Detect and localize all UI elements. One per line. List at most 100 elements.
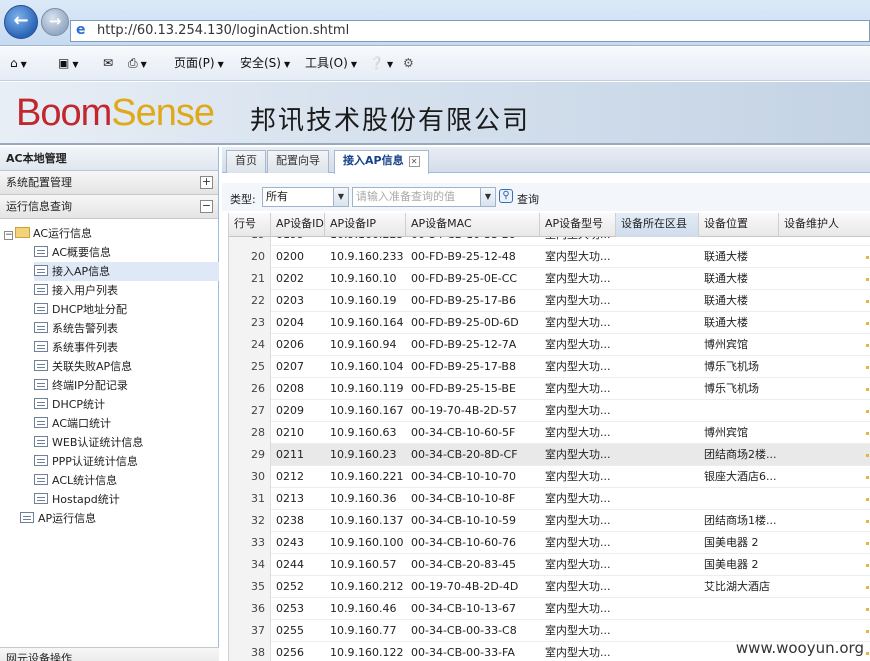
grid-header: 行号 AP设备ID AP设备IP AP设备MAC AP设备型号 设备所在区县 设备位置 设备维… — [229, 213, 870, 237]
table-row[interactable]: 29 0211 10.9.160.23 00-34-CB-20-8D-CF 室内型大功.… — [229, 444, 870, 466]
column-header[interactable]: AP设备型号 — [540, 213, 616, 237]
forward-button[interactable]: → — [41, 8, 69, 36]
table-row[interactable]: 20 0200 10.9.160.233 00-FD-B9-25-12-48 室内型大功… — [229, 246, 870, 268]
table-row[interactable]: 23 0204 10.9.160.164 00-FD-B9-25-0D-6D 室内型大功… — [229, 312, 870, 334]
column-header[interactable]: AP设备MAC — [406, 213, 540, 237]
table-row[interactable]: 27 0209 10.9.160.167 00-19-70-4B-2D-57 室内型大功… — [229, 400, 870, 422]
column-header[interactable]: AP设备IP — [325, 213, 406, 237]
help-icon[interactable]: ❔ ▼ — [369, 47, 393, 81]
table-cell: 00-34-CB-10-10-59 — [411, 514, 517, 527]
table-cell: 0210 — [276, 426, 304, 439]
tree-node-ap-run-info[interactable]: AP运行信息 — [20, 509, 96, 528]
rss-icon[interactable]: ▣ ▼ — [58, 47, 79, 81]
table-row[interactable]: 24 0206 10.9.160.94 00-FD-B9-25-12-7A 室内型大功.… — [229, 334, 870, 356]
table-cell: 联通大楼 — [704, 294, 748, 307]
table-row[interactable]: 22 0203 10.9.160.19 00-FD-B9-25-17-B6 室内型大功.… — [229, 290, 870, 312]
tree-item[interactable]: AC概要信息 — [34, 243, 219, 262]
mail-icon[interactable]: ✉ — [103, 47, 113, 81]
tree-item[interactable]: AC端口统计 — [34, 414, 219, 433]
tree-item[interactable]: PPP认证统计信息 — [34, 452, 219, 471]
table-cell: 26 — [229, 378, 271, 400]
tree-item[interactable]: DHCP地址分配 — [34, 300, 219, 319]
table-cell: 室内型大功... — [545, 448, 611, 461]
column-header[interactable]: 设备维护人 — [779, 213, 870, 237]
tab-ap-info[interactable]: 接入AP信息 ✕ — [334, 150, 429, 174]
tree-item[interactable]: DHCP统计 — [34, 395, 219, 414]
print-icon[interactable]: ⎙ ▼ — [128, 47, 147, 81]
table-cell: 室内型大功... — [545, 470, 611, 483]
tree-item[interactable]: 系统告警列表 — [34, 319, 219, 338]
home-icon[interactable]: ⌂ ▼ — [10, 47, 27, 81]
accordion-ne-device-ops[interactable]: 网元设备操作 — [0, 647, 219, 661]
table-row[interactable]: 26 0208 10.9.160.119 00-FD-B9-25-15-BE 室内型大功… — [229, 378, 870, 400]
boomsense-logo: BoomSense — [16, 92, 215, 135]
table-cell: 0209 — [276, 404, 304, 417]
search-icon[interactable]: ⚲ — [499, 189, 513, 203]
tree-item[interactable]: 接入AP信息 — [34, 262, 219, 281]
tree-item-label: WEB认证统计信息 — [52, 436, 144, 449]
column-header[interactable]: 设备所在区县 — [616, 213, 699, 237]
table-cell: 室内型大功... — [545, 360, 611, 373]
table-row[interactable]: 28 0210 10.9.160.63 00-34-CB-10-60-5F 室内型大功.… — [229, 422, 870, 444]
table-row[interactable]: 31 0213 10.9.160.36 00-34-CB-10-10-8F 室内型大功.… — [229, 488, 870, 510]
table-row[interactable]: 21 0202 10.9.160.10 00-FD-B9-25-0E-CC 室内型大功.… — [229, 268, 870, 290]
tree-node-label: AC运行信息 — [33, 227, 93, 240]
table-cell: 00-34-CB-20-8D-CF — [411, 448, 518, 461]
tree-item[interactable]: 系统事件列表 — [34, 338, 219, 357]
table-row[interactable]: 36 0253 10.9.160.46 00-34-CB-10-13-67 室内型大功.… — [229, 598, 870, 620]
table-cell: 室内型大功... — [545, 294, 611, 307]
table-cell: 0207 — [276, 360, 304, 373]
accordion-run-info[interactable]: 运行信息查询 − — [0, 195, 218, 219]
safety-menu[interactable]: 安全(S) ▼ — [240, 47, 290, 81]
gear-icon[interactable]: ⚙ — [403, 47, 414, 81]
collapse-icon[interactable]: − — [200, 200, 213, 213]
browser-address-bar: ← → e http://60.13.254.130/loginAction.s… — [0, 0, 870, 46]
table-row[interactable]: 25 0207 10.9.160.104 00-FD-B9-25-17-B8 室内型大功… — [229, 356, 870, 378]
table-cell: 25 — [229, 356, 271, 378]
back-button[interactable]: ← — [4, 5, 38, 39]
table-row[interactable]: 19019910.9.160.22500-34-CB-10-33-B9室内型大功… — [229, 237, 870, 246]
chevron-down-icon[interactable]: ▼ — [480, 188, 495, 206]
table-row[interactable]: 30 0212 10.9.160.221 00-34-CB-10-10-70 室内型大功… — [229, 466, 870, 488]
table-row[interactable]: 33 0243 10.9.160.100 00-34-CB-10-60-76 室内型大功… — [229, 532, 870, 554]
tab-wizard[interactable]: 配置向导 — [267, 150, 329, 173]
tree-node-ac-run-info[interactable]: − AC运行信息 — [4, 224, 92, 243]
status-dot — [866, 630, 869, 633]
app-banner: BoomSense 邦讯技术股份有限公司 — [0, 82, 870, 145]
table-cell: 00-34-CB-20-83-45 — [411, 558, 517, 571]
chevron-down-icon[interactable]: ▼ — [333, 188, 348, 206]
tab-home[interactable]: 首页 — [226, 150, 266, 173]
table-cell: 室内型大功... — [545, 646, 611, 659]
tree-item[interactable]: 关联失败AP信息 — [34, 357, 219, 376]
table-cell: 10.9.160.164 — [330, 316, 404, 329]
table-row[interactable]: 35 0252 10.9.160.212 00-19-70-4B-2D-4D 室内型大功… — [229, 576, 870, 598]
close-icon[interactable]: ✕ — [408, 156, 420, 167]
collapse-node-icon[interactable]: − — [4, 231, 13, 240]
status-dot — [866, 432, 869, 435]
accordion-system-config[interactable]: 系统配置管理 + — [0, 171, 218, 195]
query-button[interactable]: 查询 — [517, 191, 539, 207]
table-row[interactable]: 34 0244 10.9.160.57 00-34-CB-20-83-45 室内型大功.… — [229, 554, 870, 576]
tree-item[interactable]: 终端IP分配记录 — [34, 376, 219, 395]
table-cell: 32 — [229, 510, 271, 532]
tree-item[interactable]: 接入用户列表 — [34, 281, 219, 300]
tree-item-label: 系统告警列表 — [52, 322, 118, 335]
tools-menu[interactable]: 工具(O) ▼ — [305, 47, 357, 81]
table-cell: 20 — [229, 246, 271, 268]
ie-icon: e — [76, 22, 86, 38]
table-cell: 10.9.160.137 — [330, 514, 404, 527]
tree-item[interactable]: ACL统计信息 — [34, 471, 219, 490]
url-input[interactable]: e http://60.13.254.130/loginAction.shtml — [70, 20, 870, 42]
column-header[interactable]: AP设备ID — [271, 213, 325, 237]
column-header[interactable]: 行号 — [229, 213, 271, 237]
expand-icon[interactable]: + — [200, 176, 213, 189]
search-input[interactable]: 请输入准备查询的值 ▼ — [352, 187, 496, 207]
page-menu[interactable]: 页面(P) ▼ — [174, 47, 224, 81]
column-header[interactable]: 设备位置 — [699, 213, 779, 237]
table-cell: 室内型大功... — [545, 316, 611, 329]
table-row[interactable]: 32 0238 10.9.160.137 00-34-CB-10-10-59 室内型大功… — [229, 510, 870, 532]
tree-item[interactable]: Hostapd统计 — [34, 490, 219, 509]
type-select[interactable]: 所有 ▼ — [262, 187, 349, 207]
table-cell: 0256 — [276, 646, 304, 659]
tree-item[interactable]: WEB认证统计信息 — [34, 433, 219, 452]
